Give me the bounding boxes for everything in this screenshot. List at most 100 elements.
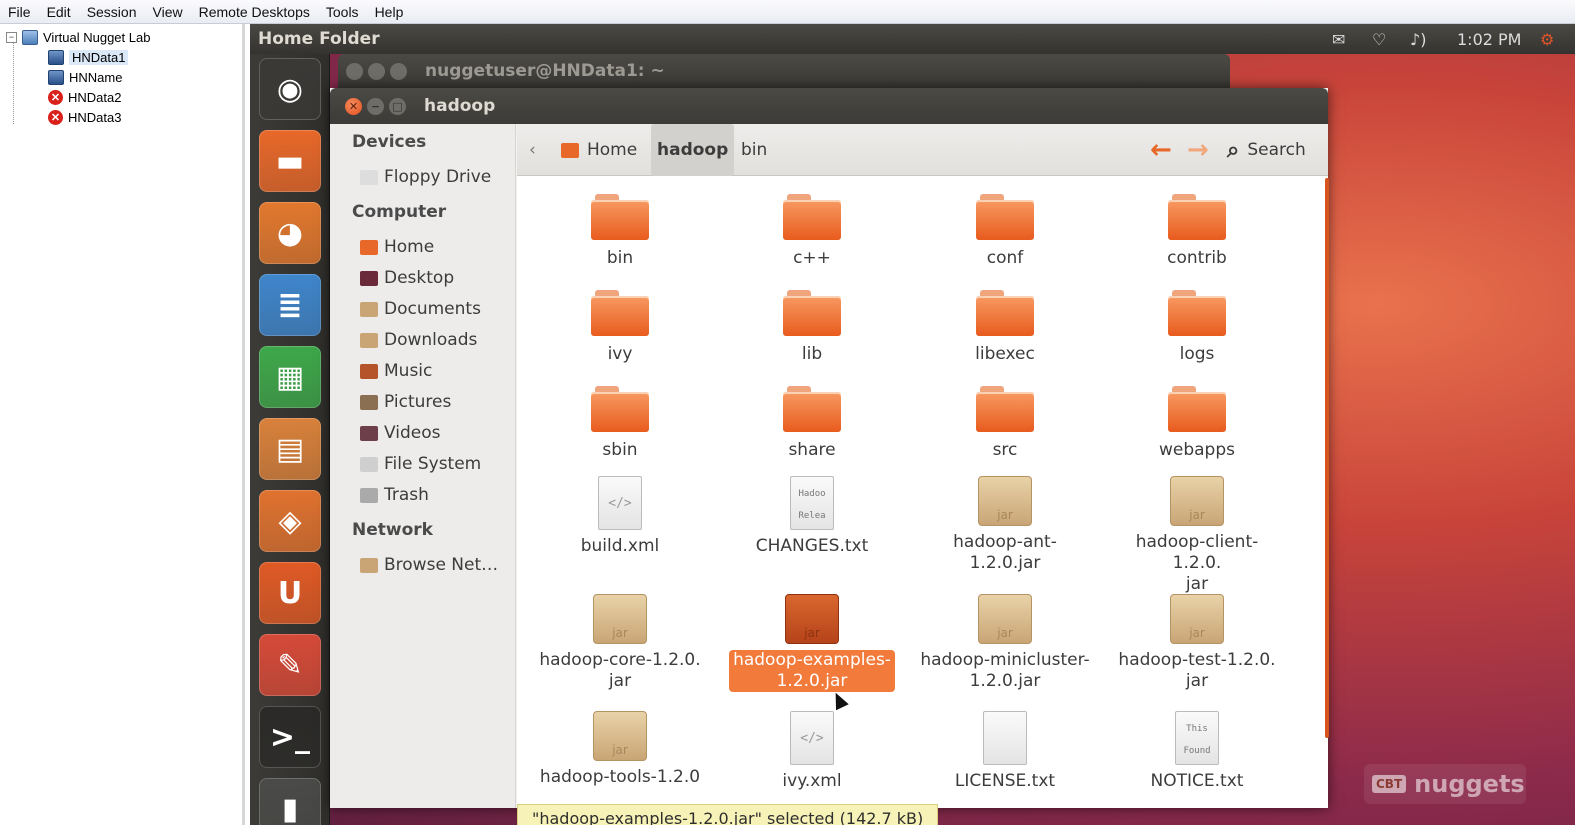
sidebar-item-file-system[interactable]: File System (360, 454, 481, 474)
back-arrow-icon[interactable]: ← (1150, 124, 1172, 176)
pictures-icon (360, 394, 378, 410)
terminal-close-button[interactable] (346, 62, 363, 80)
file-item[interactable]: jar hadoop-test-1.2.0. jar (1112, 594, 1282, 692)
launcher-impress-icon[interactable]: ▤ (259, 418, 321, 480)
collapse-icon[interactable]: − (6, 31, 17, 43)
network-icon[interactable]: ♡ (1372, 24, 1386, 54)
menu-item[interactable]: Edit (39, 4, 79, 20)
menu-item[interactable]: Remote Desktops (191, 4, 318, 20)
sidebar-item-label: Pictures (384, 392, 452, 412)
tree-root[interactable]: − Virtual Nugget Lab (6, 28, 150, 46)
file-item[interactable]: LICENSE.txt (920, 711, 1090, 792)
file-item[interactable]: jar hadoop-tools-1.2.0 (535, 711, 705, 788)
file-item[interactable]: c++ (727, 194, 897, 269)
crumb-home[interactable]: Home (561, 124, 637, 176)
file-item[interactable]: contrib (1112, 194, 1282, 269)
unity-launcher: ◉ ▬ ◕ ≣ ▦ ▤ ◈ U ✎ >_ ▮ (250, 54, 330, 825)
sidebar-item-browse-net[interactable]: Browse Net… (360, 555, 498, 575)
file-item[interactable]: </> build.xml (535, 476, 705, 557)
file-item[interactable]: src (920, 386, 1090, 461)
mail-icon[interactable]: ✉ (1332, 24, 1345, 54)
tree-node[interactable]: ✕ HNData2 (48, 88, 121, 106)
text-file-icon (983, 711, 1027, 765)
file-name-line1: hadoop-minicluster- (920, 650, 1090, 670)
file-item[interactable]: </> ivy.xml (727, 711, 897, 792)
search-button[interactable]: ⌕ Search (1227, 124, 1306, 176)
menu-item[interactable]: File (0, 4, 39, 20)
launcher-writer-icon[interactable]: ≣ (259, 274, 321, 336)
file-name-line1: hadoop-examples- (733, 650, 891, 670)
path-scroll-left-icon[interactable]: ‹ (529, 124, 536, 176)
forward-arrow-icon[interactable]: → (1187, 124, 1209, 176)
file-name: hadoop-client-1.2.0. jar (1112, 532, 1282, 595)
crumb-bin[interactable]: bin (741, 124, 767, 176)
sidebar-item-floppy-drive[interactable]: Floppy Drive (360, 167, 491, 187)
file-item[interactable]: logs (1112, 290, 1282, 365)
jar-archive-icon: jar (593, 594, 647, 644)
file-item[interactable]: jar hadoop-minicluster- 1.2.0.jar (920, 594, 1090, 692)
folder-icon (591, 290, 649, 336)
sidebar-item-label: Browse Net… (384, 555, 499, 575)
terminal-minimize-button[interactable] (368, 62, 385, 80)
sidebar-item-documents[interactable]: Documents (360, 299, 481, 319)
home-icon (561, 142, 579, 158)
launcher-dash-icon[interactable]: ◉ (259, 58, 321, 120)
clock[interactable]: 1:02 PM (1457, 24, 1521, 54)
menu-item[interactable]: Session (79, 4, 145, 20)
terminal-maximize-button[interactable] (390, 62, 407, 80)
file-item[interactable]: lib (727, 290, 897, 365)
file-manager-titlebar[interactable]: ✕ − □ hadoop (330, 88, 1328, 124)
launcher-files-icon[interactable]: ▬ (259, 130, 321, 192)
file-item[interactable]: jar hadoop-ant-1.2.0.jar (920, 476, 1090, 574)
crumb-hadoop[interactable]: hadoop (651, 124, 735, 176)
panel-title: Home Folder (258, 29, 380, 49)
tree-node[interactable]: HNData1 (48, 48, 129, 66)
minimize-button[interactable]: − (367, 97, 384, 115)
maximize-button[interactable]: □ (389, 97, 406, 115)
terminal-window-titlebar[interactable]: nuggetuser@HNData1: ~ (338, 54, 1230, 88)
sidebar-item-pictures[interactable]: Pictures (360, 392, 451, 412)
menu-item[interactable]: Tools (318, 4, 367, 20)
sidebar-item-music[interactable]: Music (360, 361, 432, 381)
folder-icon (976, 386, 1034, 432)
file-name-text: ivy.xml (782, 771, 842, 791)
sidebar-item-downloads[interactable]: Downloads (360, 330, 477, 350)
power-icon[interactable]: ⚙ (1540, 24, 1554, 54)
volume-icon[interactable]: ♪) (1410, 24, 1426, 54)
sidebar-item-videos[interactable]: Videos (360, 423, 441, 443)
sidebar-item-desktop[interactable]: Desktop (360, 268, 454, 288)
sidebar-item-trash[interactable]: Trash (360, 485, 429, 505)
file-item[interactable]: jar hadoop-examples- 1.2.0.jar (727, 594, 897, 692)
launcher-system-settings-icon[interactable]: ✎ (259, 634, 321, 696)
file-name-line2: jar (608, 671, 632, 691)
launcher-software-center-icon[interactable]: ◈ (259, 490, 321, 552)
scrollbar[interactable] (1325, 178, 1329, 738)
file-name: hadoop-minicluster- 1.2.0.jar (920, 650, 1090, 692)
sidebar-header-devices: Devices (352, 132, 427, 152)
menu-item[interactable]: View (145, 4, 191, 20)
launcher-trash-icon[interactable]: ▮ (259, 778, 321, 825)
launcher-calc-icon[interactable]: ▦ (259, 346, 321, 408)
file-name: LICENSE.txt (920, 771, 1090, 792)
file-item[interactable]: Hadoo Relea CHANGES.txt (727, 476, 897, 557)
file-item[interactable]: webapps (1112, 386, 1282, 461)
file-item[interactable]: bin (535, 194, 705, 269)
close-button[interactable]: ✕ (345, 97, 362, 115)
file-item[interactable]: sbin (535, 386, 705, 461)
launcher-ubuntu-one-icon[interactable]: U (259, 562, 321, 624)
file-item[interactable]: conf (920, 194, 1090, 269)
file-name: hadoop-test-1.2.0. jar (1112, 650, 1282, 692)
menu-item[interactable]: Help (367, 4, 412, 20)
sidebar-item-home[interactable]: Home (360, 237, 434, 257)
file-item[interactable]: This Found NOTICE.txt (1112, 711, 1282, 792)
tree-node[interactable]: HNName (48, 68, 122, 86)
launcher-firefox-icon[interactable]: ◕ (259, 202, 321, 264)
computer-icon (48, 49, 64, 65)
file-item[interactable]: jar hadoop-client-1.2.0. jar (1112, 476, 1282, 595)
tree-node[interactable]: ✕ HNData3 (48, 108, 121, 126)
file-item[interactable]: share (727, 386, 897, 461)
launcher-terminal-icon[interactable]: >_ (259, 706, 321, 768)
file-item[interactable]: libexec (920, 290, 1090, 365)
file-item[interactable]: ivy (535, 290, 705, 365)
file-item[interactable]: jar hadoop-core-1.2.0. jar (535, 594, 705, 692)
